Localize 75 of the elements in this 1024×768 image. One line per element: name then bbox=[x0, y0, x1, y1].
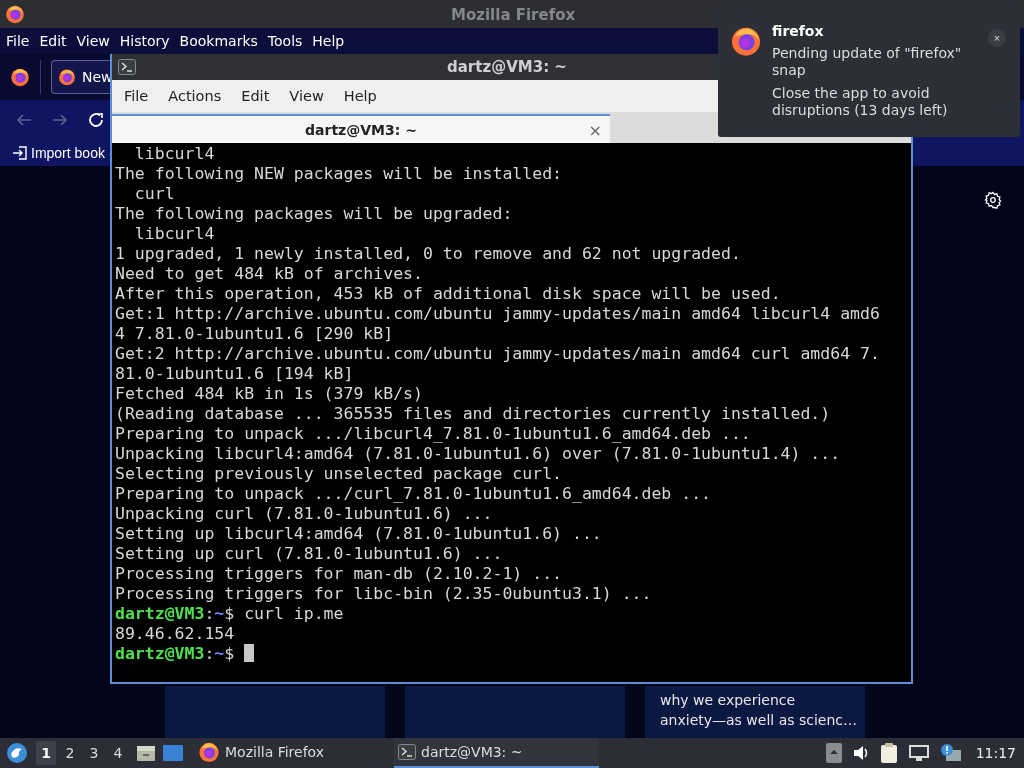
menu-item[interactable]: Edit bbox=[231, 88, 280, 104]
close-icon[interactable]: × bbox=[988, 29, 1006, 47]
settings-icon[interactable] bbox=[984, 191, 1002, 209]
notification-body: Close the app to avoid disruptions (13 days left) bbox=[772, 85, 949, 119]
terminal-prompt-line: dartz@VM3:~$ curl ip.me bbox=[115, 604, 345, 624]
alert-icon[interactable] bbox=[939, 743, 962, 763]
terminal-line: Get:1 http://archive.ubuntu.com/ubuntu jammy-updates/main amd64 libcurl4 amd6 bbox=[115, 304, 881, 324]
terminal-line: After this operation, 453 kB of additional disk space will be used. bbox=[115, 284, 782, 304]
terminal-line: Need to get 484 kB of archives. bbox=[115, 264, 424, 284]
close-icon[interactable]: × bbox=[588, 121, 602, 140]
workspace-button[interactable]: 3 bbox=[84, 741, 104, 765]
terminal-line: (Reading database ... 365535 files and directories currently installed.) bbox=[115, 404, 832, 424]
back-icon[interactable] bbox=[15, 112, 33, 128]
notification-title: Pending update of "firefox" snap bbox=[772, 45, 963, 79]
terminal-prompt-line: dartz@VM3:~$ bbox=[115, 644, 908, 664]
bookmark-link[interactable]: Import book bbox=[31, 145, 105, 161]
firefox-logo-icon[interactable] bbox=[5, 4, 25, 24]
window-title: dartz@VM3: ~ bbox=[447, 58, 567, 76]
terminal-line: libcurl4 bbox=[133, 144, 216, 164]
terminal-line: 81.0-1ubuntu1.6 [194 kB] bbox=[115, 364, 355, 384]
terminal-line: The following packages will be upgraded: bbox=[115, 204, 514, 224]
terminal-line: Fetched 484 kB in 1s (379 kB/s) bbox=[115, 384, 424, 404]
firefox-icon[interactable] bbox=[58, 68, 76, 86]
terminal-line: 4 7.81.0-1ubuntu1.6 [290 kB] bbox=[115, 324, 395, 344]
terminal-line: Setting up libcurl4:amd64 (7.81.0-1ubuntu1.6) ... bbox=[115, 524, 603, 544]
terminal-line: libcurl4 bbox=[133, 224, 216, 244]
import-icon bbox=[12, 145, 28, 161]
network-icon[interactable] bbox=[907, 743, 930, 763]
terminal-line: curl bbox=[133, 184, 176, 204]
article-text: anxiety—as well as scienc… bbox=[660, 711, 859, 730]
terminal-line: Preparing to unpack .../curl_7.81.0-1ubuntu1.6_amd64.deb ... bbox=[115, 484, 713, 504]
volume-icon[interactable] bbox=[851, 744, 870, 762]
terminal-line: 1 upgraded, 1 newly installed, 0 to remove and 62 not upgraded. bbox=[115, 244, 742, 264]
terminal-line: Unpacking libcurl4:amd64 (7.81.0-1ubuntu1.6) over (7.81.0-1ubuntu1.4) ... bbox=[115, 444, 842, 464]
terminal-line: Setting up curl (7.81.0-1ubuntu1.6) ... bbox=[115, 544, 504, 564]
terminal-line: Selecting previously unselected package curl. bbox=[115, 464, 564, 484]
desktop-icon[interactable] bbox=[162, 744, 184, 762]
forward-icon[interactable] bbox=[51, 112, 69, 128]
menu-item[interactable]: Actions bbox=[158, 88, 232, 104]
menu-item[interactable]: Bookmarks bbox=[174, 33, 263, 49]
workspace-button[interactable]: 2 bbox=[60, 741, 80, 765]
terminal-tab[interactable]: dartz@VM3: ~ × bbox=[112, 114, 610, 143]
menu-item[interactable]: File bbox=[1, 33, 35, 49]
terminal-line: Processing triggers for man-db (2.10.2-1) ... bbox=[115, 564, 564, 584]
clock: 11:17 bbox=[975, 745, 1016, 761]
file-manager-icon[interactable] bbox=[136, 743, 156, 763]
menu-item[interactable]: View bbox=[71, 33, 115, 49]
terminal-line: The following NEW packages will be installed: bbox=[115, 164, 564, 184]
menu-item[interactable]: Edit bbox=[34, 33, 72, 49]
terminal-icon bbox=[118, 59, 136, 75]
menu-item[interactable]: Help bbox=[307, 33, 350, 49]
notification-app: firefox bbox=[772, 23, 825, 39]
firefox-icon[interactable] bbox=[730, 25, 762, 57]
taskbar-button[interactable]: dartz@VM3: ~ bbox=[394, 738, 599, 768]
menu-item[interactable]: Help bbox=[333, 88, 387, 104]
menu-item[interactable]: File bbox=[114, 88, 159, 104]
terminal-line: Processing triggers for libc-bin (2.35-0ubuntu3.1) ... bbox=[115, 584, 653, 604]
terminal-line: Get:2 http://archive.ubuntu.com/ubuntu jammy-updates/main amd64 curl amd64 7. bbox=[115, 344, 881, 364]
window-title: Mozilla Firefox bbox=[451, 6, 576, 24]
start-menu-icon[interactable] bbox=[6, 742, 28, 764]
article-text: why we experience bbox=[660, 691, 797, 710]
clipboard-icon[interactable] bbox=[879, 742, 898, 764]
firefox-view-icon[interactable] bbox=[10, 67, 30, 87]
terminal-line: 89.46.62.154 bbox=[115, 624, 236, 644]
terminal-line: Unpacking curl (7.81.0-1ubuntu1.6) ... bbox=[115, 504, 494, 524]
terminal-line: Preparing to unpack .../libcurl4_7.81.0-1ubuntu1.6_amd64.deb ... bbox=[115, 424, 752, 444]
workspace-button[interactable]: 4 bbox=[108, 741, 128, 765]
firefox-icon[interactable] bbox=[198, 741, 220, 763]
reload-icon[interactable] bbox=[87, 111, 105, 129]
terminal-icon bbox=[398, 744, 416, 760]
workspace-button[interactable]: 1 bbox=[36, 741, 56, 765]
menu-item[interactable]: History bbox=[114, 33, 175, 49]
taskbar-button[interactable]: Mozilla Firefox bbox=[194, 738, 384, 768]
menu-item[interactable]: View bbox=[279, 88, 334, 104]
menu-item[interactable]: Tools bbox=[262, 33, 308, 49]
